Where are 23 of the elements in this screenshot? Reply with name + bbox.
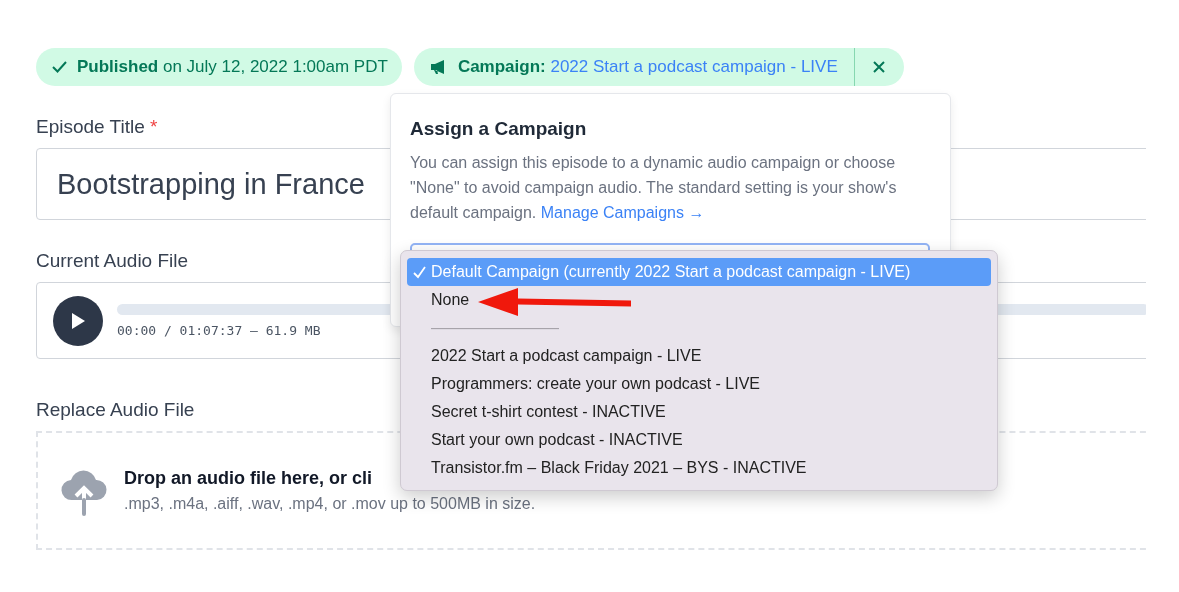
menu-option[interactable]: Programmers: create your own podcast - LIVE — [407, 370, 991, 398]
check-icon — [52, 61, 67, 73]
menu-option[interactable]: None — [407, 286, 991, 314]
field-label: Current Audio File — [36, 250, 189, 272]
published-badge: Published on July 12, 2022 1:00am PDT — [36, 48, 402, 86]
field-label: Episode Title * — [36, 116, 158, 138]
menu-option[interactable]: Secret t-shirt contest - INACTIVE — [407, 398, 991, 426]
play-button[interactable] — [53, 295, 103, 346]
close-icon[interactable] — [872, 60, 887, 74]
menu-option[interactable]: 2022 Start a podcast campaign - LIVE — [407, 342, 991, 370]
menu-separator: ———————— — [430, 318, 560, 338]
play-icon[interactable] — [70, 311, 86, 330]
audio-time: 00:00 / 01:07:37 — 61.9 MB — [117, 322, 321, 338]
field-label: Replace Audio File — [36, 399, 195, 421]
menu-option[interactable]: Transistor.fm – Black Friday 2021 – BYS - INACTIVE — [407, 454, 991, 482]
popover-description: You can assign this episode to a dynamic audio campaign or choose "None" to avoid campaign audio. The standard setting is your show's default campaign. Manage Campaigns → — [410, 153, 898, 223]
file-types-hint: .mp3, .m4a, .aiff, .wav, .mp4, or .mov up to 500MB in size. — [124, 495, 536, 513]
campaign-badge: Campaign: 2022 Start a podcast campaign - LIVE — [413, 48, 904, 86]
drop-prompt: Drop an audio file here, or cli — [124, 468, 373, 489]
popover-title: Assign a Campaign — [410, 118, 588, 140]
check-icon — [413, 266, 426, 279]
manage-campaigns-link[interactable]: Manage Campaigns → — [540, 204, 705, 221]
menu-option[interactable]: Start your own podcast - INACTIVE — [407, 426, 991, 454]
